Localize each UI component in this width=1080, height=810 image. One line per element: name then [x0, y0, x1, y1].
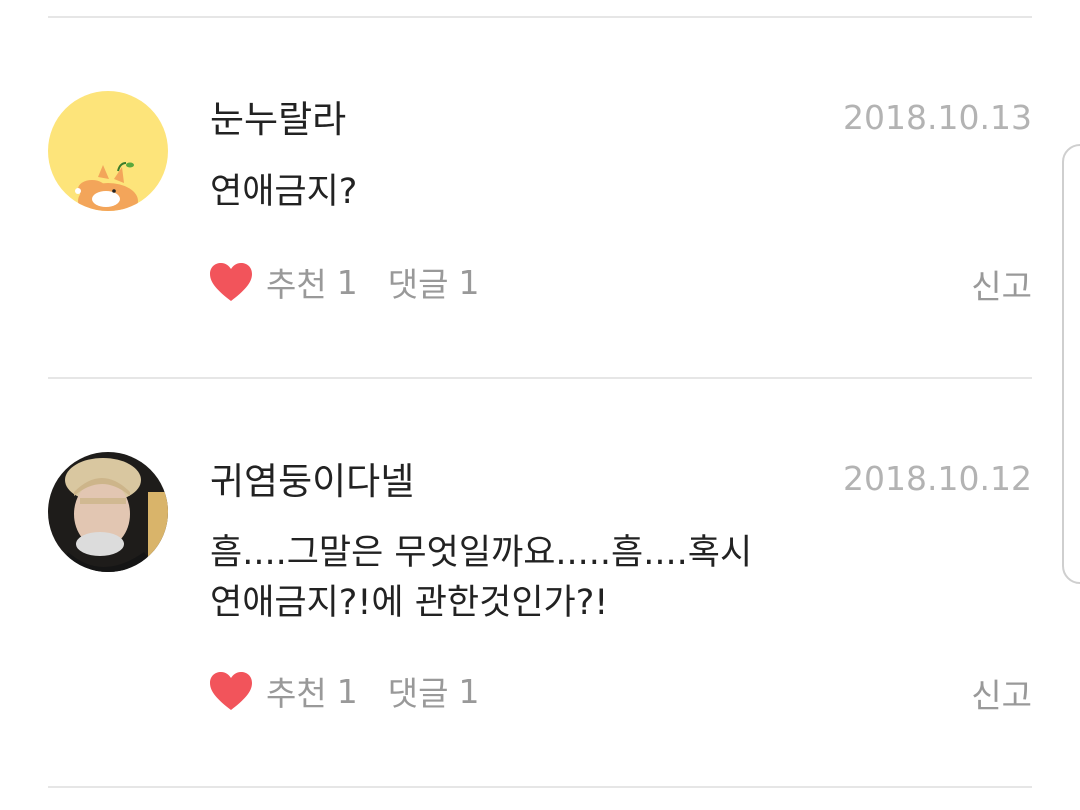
- person-photo-avatar-icon: [48, 452, 168, 572]
- reply-count: 1: [458, 262, 480, 302]
- comment-actions: 추천 1 댓글 1: [208, 260, 509, 304]
- comment-divider: [48, 786, 1032, 788]
- avatar[interactable]: [48, 91, 168, 211]
- scroll-handle[interactable]: [1062, 144, 1080, 584]
- heart-icon[interactable]: [208, 670, 254, 712]
- comment-text: 흠....그말은 무엇일까요.....흠....혹시 연애금지?!에 관한것인가…: [210, 533, 753, 623]
- corgi-avatar-icon: [48, 91, 168, 211]
- report-button[interactable]: 신고: [971, 260, 1032, 308]
- comment-date: 2018.10.12: [843, 459, 1032, 498]
- like-count: 1: [336, 262, 358, 302]
- like-label[interactable]: 추천: [266, 667, 327, 715]
- avatar[interactable]: [48, 452, 168, 572]
- username[interactable]: 귀염둥이다넬: [210, 460, 414, 504]
- comment-divider: [48, 16, 1032, 18]
- report-button[interactable]: 신고: [971, 669, 1032, 717]
- reply-label[interactable]: 댓글: [388, 258, 449, 306]
- like-count: 1: [336, 671, 358, 711]
- like-label[interactable]: 추천: [266, 258, 327, 306]
- comment-actions: 추천 1 댓글 1: [208, 669, 509, 713]
- comment-divider: [48, 377, 1032, 379]
- comment-text: 연애금지?: [210, 172, 358, 212]
- comment-date: 2018.10.13: [843, 98, 1032, 137]
- heart-icon[interactable]: [208, 261, 254, 303]
- username[interactable]: 눈누랄라: [210, 98, 346, 142]
- reply-count: 1: [458, 671, 480, 711]
- reply-label[interactable]: 댓글: [388, 667, 449, 715]
